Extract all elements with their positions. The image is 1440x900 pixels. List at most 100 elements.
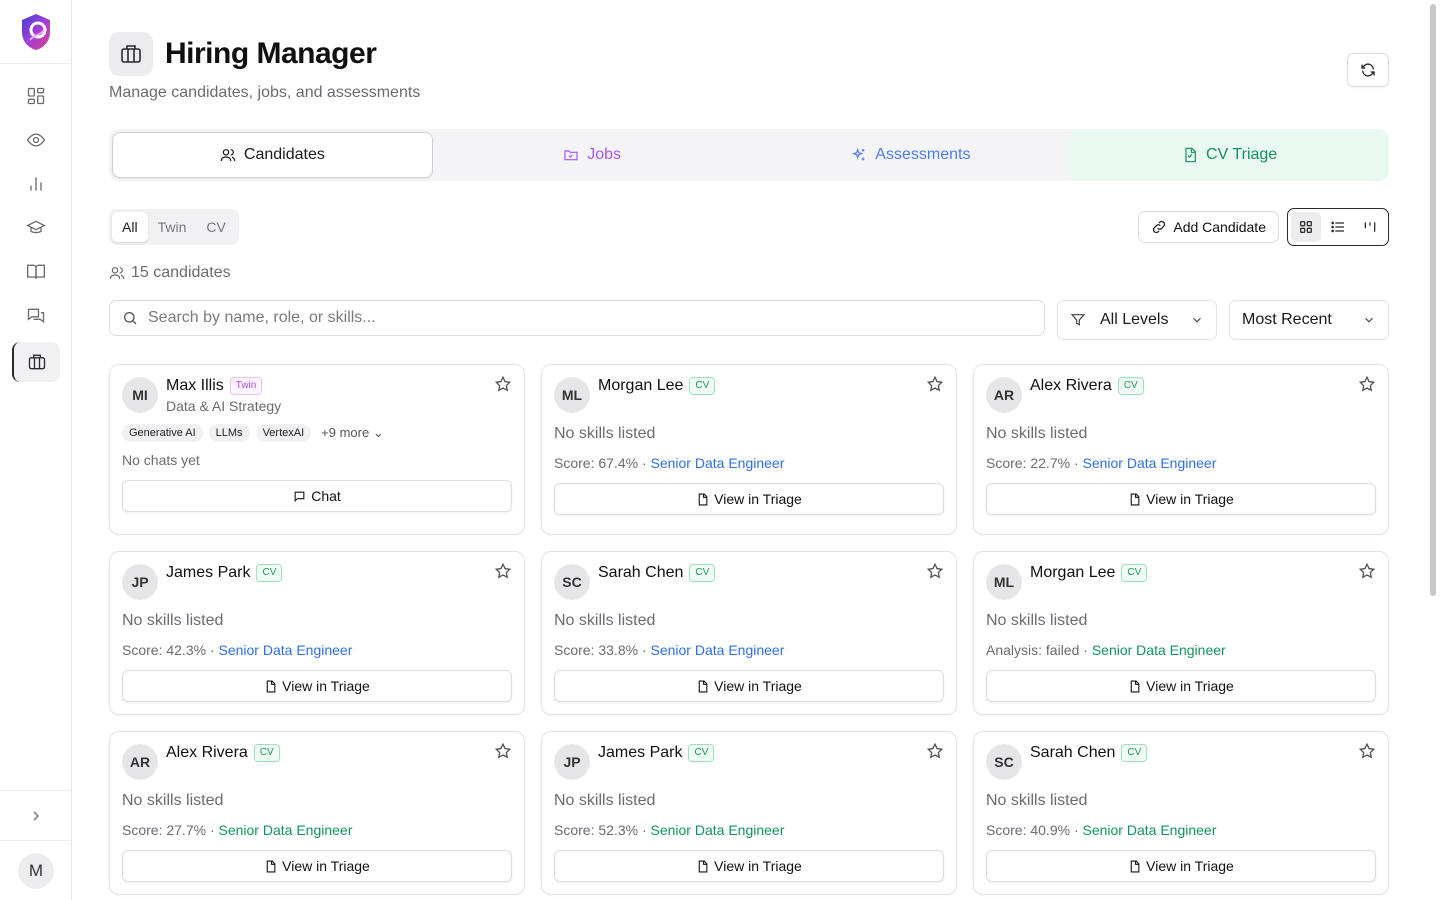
scroll-thumb[interactable] xyxy=(1430,4,1436,596)
candidate-card[interactable]: MI Max Illis Twin Data & AI Strategy Gen… xyxy=(109,364,525,535)
kanban-view-button[interactable] xyxy=(1355,212,1385,242)
user-menu[interactable]: M xyxy=(0,840,72,900)
chevron-down-icon xyxy=(1365,317,1373,323)
view-in-triage-button[interactable]: View in Triage xyxy=(554,483,944,515)
avatar[interactable]: M xyxy=(18,852,54,889)
file-icon xyxy=(1185,147,1196,163)
briefcase-icon xyxy=(109,32,153,76)
book-icon xyxy=(26,264,45,279)
star-icon[interactable] xyxy=(926,562,944,580)
candidate-type-filter: All Twin CV xyxy=(109,209,239,245)
score-line: Score: 42.3% · Senior Data Engineer xyxy=(122,642,353,658)
candidate-grid: MI Max Illis Twin Data & AI Strategy Gen… xyxy=(109,364,1389,895)
sidebar-item-monitor[interactable] xyxy=(12,122,60,158)
chat-button[interactable]: Chat xyxy=(122,480,512,512)
tab-candidates[interactable]: Candidates xyxy=(112,132,433,178)
candidate-card[interactable]: AR Alex Rivera CV No skills listed Score… xyxy=(973,364,1389,535)
candidate-name: Max Illis xyxy=(166,377,224,394)
candidate-name: Sarah Chen xyxy=(1030,744,1116,761)
candidate-card[interactable]: ML Morgan Lee CV No skills listed Score:… xyxy=(541,364,957,535)
star-icon[interactable] xyxy=(494,562,512,580)
job-link[interactable]: Senior Data Engineer xyxy=(219,822,353,838)
star-icon[interactable] xyxy=(1358,375,1376,393)
view-in-triage-button[interactable]: View in Triage xyxy=(554,670,944,702)
job-link[interactable]: Senior Data Engineer xyxy=(651,455,785,471)
filter-cv[interactable]: CV xyxy=(196,212,235,242)
cv-badge: CV xyxy=(256,564,283,582)
view-in-triage-button[interactable]: View in Triage xyxy=(986,483,1376,515)
star-icon[interactable] xyxy=(1358,742,1376,760)
star-icon[interactable] xyxy=(494,742,512,760)
candidate-card[interactable]: JP James Park CV No skills listed Score:… xyxy=(541,731,957,895)
sidebar-item-analytics[interactable] xyxy=(12,166,60,202)
add-candidate-button[interactable]: Add Candidate xyxy=(1138,211,1279,243)
skills-text: No skills listed xyxy=(986,612,1088,629)
level-select[interactable]: All Levels xyxy=(1057,300,1217,340)
candidate-card[interactable]: ML Morgan Lee CV No skills listed Analys… xyxy=(973,551,1389,715)
bar-chart-icon xyxy=(29,177,42,191)
candidate-card[interactable]: SC Sarah Chen CV No skills listed Score:… xyxy=(973,731,1389,895)
score-line: Score: 40.9% · Senior Data Engineer xyxy=(986,822,1217,838)
job-link[interactable]: Senior Data Engineer xyxy=(651,642,785,658)
job-link[interactable]: Senior Data Engineer xyxy=(651,822,785,838)
view-in-triage-button[interactable]: View in Triage xyxy=(986,670,1376,702)
view-in-triage-button[interactable]: View in Triage xyxy=(122,850,512,882)
job-link[interactable]: Senior Data Engineer xyxy=(1083,455,1217,471)
message-icon xyxy=(294,491,305,502)
candidate-name: James Park xyxy=(166,564,251,581)
candidate-card[interactable]: AR Alex Rivera CV No skills listed Score… xyxy=(109,731,525,895)
cv-badge: CV xyxy=(689,564,716,582)
filter-twin[interactable]: Twin xyxy=(148,212,197,242)
expand-sidebar-button[interactable] xyxy=(0,790,72,840)
cv-badge: CV xyxy=(1121,564,1148,582)
star-icon[interactable] xyxy=(926,742,944,760)
tab-label: CV Triage xyxy=(1206,146,1278,163)
star-icon[interactable] xyxy=(494,375,512,393)
dashboard-icon xyxy=(27,87,44,105)
view-in-triage-label: View in Triage xyxy=(714,678,802,694)
candidate-card[interactable]: SC Sarah Chen CV No skills listed Score:… xyxy=(541,551,957,715)
folder-icon xyxy=(564,150,578,161)
app-logo[interactable] xyxy=(0,0,72,64)
score-line: Score: 52.3% · Senior Data Engineer xyxy=(554,822,785,838)
scrollbar[interactable] xyxy=(1426,0,1440,900)
sidebar-item-library[interactable] xyxy=(12,254,60,290)
add-candidate-label: Add Candidate xyxy=(1173,219,1266,235)
job-link[interactable]: Senior Data Engineer xyxy=(219,642,353,658)
grid-view-button[interactable] xyxy=(1291,212,1321,242)
sidebar-item-learning[interactable] xyxy=(12,210,60,246)
sidebar-item-dashboard[interactable] xyxy=(12,78,60,114)
tab-label: Jobs xyxy=(587,146,622,163)
graduation-cap-icon xyxy=(25,220,46,234)
job-link[interactable]: Senior Data Engineer xyxy=(1083,822,1217,838)
sort-select[interactable]: Most Recent xyxy=(1229,300,1389,340)
view-in-triage-button[interactable]: View in Triage xyxy=(122,670,512,702)
view-in-triage-button[interactable]: View in Triage xyxy=(554,850,944,882)
candidate-name: Sarah Chen xyxy=(598,564,684,581)
tab-label: Candidates xyxy=(243,146,325,163)
candidate-name: Morgan Lee xyxy=(598,377,684,394)
avatar: AR xyxy=(986,377,1022,413)
refresh-button[interactable] xyxy=(1347,53,1389,87)
tab-assessments[interactable]: Assessments xyxy=(752,132,1071,178)
star-icon[interactable] xyxy=(1358,562,1376,580)
avatar: ML xyxy=(554,377,590,413)
chat-status: No chats yet xyxy=(122,452,200,468)
sidebar-item-messages[interactable] xyxy=(12,298,60,334)
more-skills-toggle[interactable]: +9 more ⌄ xyxy=(321,425,384,441)
view-in-triage-label: View in Triage xyxy=(714,858,802,874)
tab-cv-triage[interactable]: CV Triage xyxy=(1070,129,1389,181)
skills-text: No skills listed xyxy=(554,612,656,629)
star-icon[interactable] xyxy=(926,375,944,393)
page-title: Hiring Manager xyxy=(165,37,377,70)
view-in-triage-button[interactable]: View in Triage xyxy=(986,850,1376,882)
list-view-button[interactable] xyxy=(1323,212,1353,242)
view-mode-toggle xyxy=(1287,208,1389,246)
skills-text: No skills listed xyxy=(554,425,656,442)
tab-jobs[interactable]: Jobs xyxy=(433,132,752,178)
sidebar-item-hiring[interactable] xyxy=(11,342,60,382)
filter-all[interactable]: All xyxy=(112,212,148,242)
job-link[interactable]: Senior Data Engineer xyxy=(1092,642,1226,658)
candidate-card[interactable]: JP James Park CV No skills listed Score:… xyxy=(109,551,525,715)
search-input[interactable] xyxy=(148,309,1032,327)
